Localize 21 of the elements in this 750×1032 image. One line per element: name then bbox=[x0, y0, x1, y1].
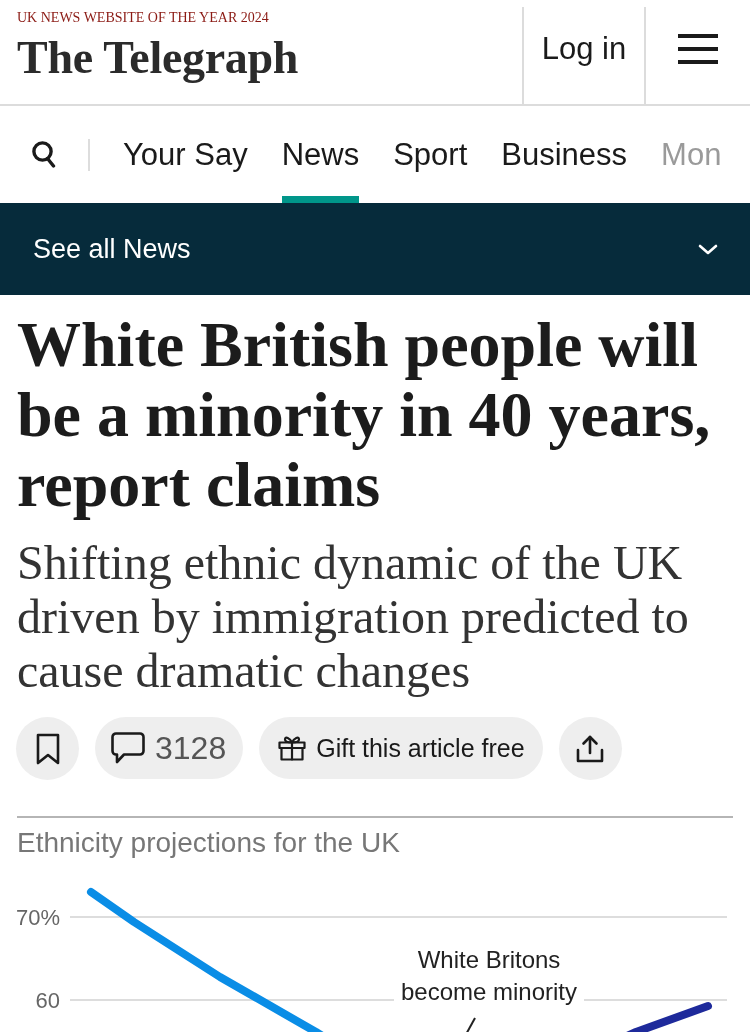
article-headline: White British people will be a minority in 40 years, report claims bbox=[17, 310, 712, 520]
leader-line bbox=[463, 1017, 476, 1032]
site-logo[interactable]: The Telegraph bbox=[17, 30, 299, 86]
gift-icon bbox=[278, 735, 307, 761]
section-dropdown[interactable]: See all News bbox=[0, 203, 750, 295]
bookmark-icon bbox=[35, 732, 60, 765]
comments-button[interactable]: 3128 bbox=[95, 717, 244, 779]
nav-tab[interactable]: Business bbox=[501, 106, 628, 203]
chart-title: Ethnicity projections for the UK bbox=[17, 826, 401, 860]
nav-tab[interactable]: Sport bbox=[393, 106, 468, 203]
y-axis-label: 70% bbox=[15, 905, 60, 930]
article-standfirst: Shifting ethnic dynamic of the UK driven by immigration predicted to cause dramatic changes bbox=[17, 536, 690, 698]
gift-article-button[interactable]: Gift this article free bbox=[259, 717, 543, 779]
award-tagline: UK NEWS WEBSITE OF THE YEAR 2024 bbox=[17, 10, 269, 26]
search-icon[interactable] bbox=[32, 141, 56, 168]
nav-tab[interactable]: Your Say bbox=[123, 106, 248, 203]
login-button[interactable]: Log in bbox=[522, 7, 646, 104]
share-icon bbox=[576, 734, 605, 763]
menu-icon[interactable] bbox=[678, 33, 718, 64]
speech-bubble-icon bbox=[111, 732, 145, 764]
y-axis-label: 60 bbox=[35, 988, 60, 1013]
